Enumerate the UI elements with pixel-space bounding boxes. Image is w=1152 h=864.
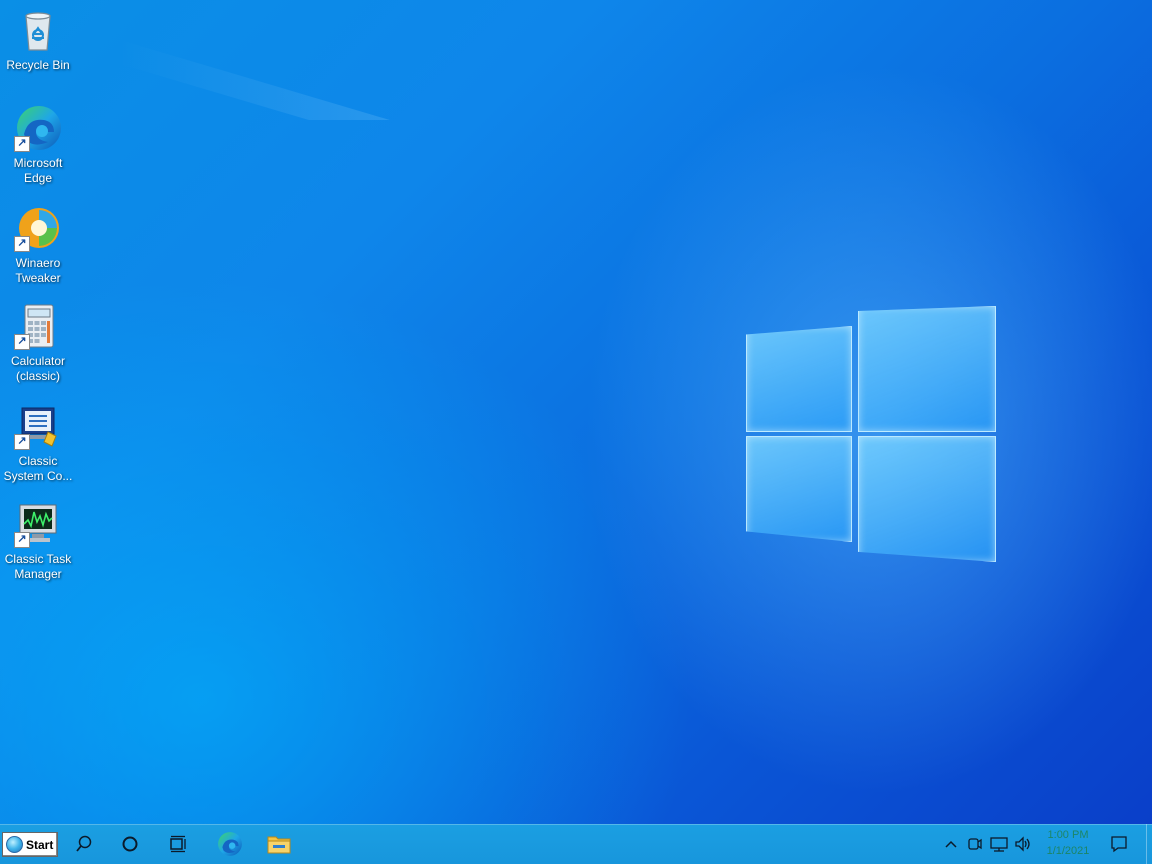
logo-pane-bottom-left	[746, 436, 852, 542]
desktop[interactable]: Recycle Bin ↗ Microsoft Edge ↗ Winaero T…	[0, 0, 1152, 824]
folder-icon	[267, 836, 291, 854]
shortcut-arrow-icon: ↗	[14, 434, 30, 450]
logo-pane-top-right	[858, 306, 996, 432]
clock-time: 1:00 PM	[1047, 829, 1089, 841]
taskbar-edge-button[interactable]	[207, 824, 253, 864]
shortcut-arrow-icon: ↗	[14, 532, 30, 548]
cortana-icon	[122, 836, 138, 852]
meet-now-icon	[968, 838, 982, 850]
windows-logo-wallpaper	[744, 304, 996, 562]
search-icon	[76, 835, 92, 852]
desktop-icon-label: Microsoft Edge	[13, 156, 63, 185]
chevron-up-icon	[945, 840, 957, 848]
desktop-icon-label: Winaero Tweaker	[15, 256, 61, 285]
desktop-icon-label: Classic System Co...	[3, 454, 73, 483]
desktop-icon-recycle-bin[interactable]: Recycle Bin	[0, 6, 76, 73]
shortcut-arrow-icon: ↗	[14, 334, 30, 350]
desktop-icon-classic-system-configuration[interactable]: ↗ Classic System Co...	[0, 402, 76, 484]
volume-icon	[1015, 836, 1030, 852]
start-orb-icon	[6, 836, 23, 853]
meet-now-button[interactable]	[965, 834, 985, 854]
network-icon	[990, 837, 1008, 852]
cortana-button[interactable]	[107, 824, 153, 864]
taskbar-clock[interactable]: 1:00 PM 1/1/2021	[1040, 827, 1096, 859]
taskbar-file-explorer-button[interactable]	[256, 824, 302, 864]
calculator-icon: ↗	[14, 302, 62, 350]
desktop-icon-winaero-tweaker[interactable]: ↗ Winaero Tweaker	[0, 204, 76, 286]
shortcut-arrow-icon: ↗	[14, 136, 30, 152]
task-view-button[interactable]	[155, 824, 201, 864]
shortcut-arrow-icon: ↗	[14, 236, 30, 252]
desktop-icon-calculator-classic[interactable]: ↗ Calculator (classic)	[0, 302, 76, 384]
task-view-icon	[170, 835, 186, 853]
edge-icon	[218, 832, 242, 856]
start-label: Start	[26, 837, 54, 852]
task-manager-icon: ↗	[14, 500, 62, 548]
desktop-icon-label: Calculator (classic)	[10, 354, 66, 383]
logo-pane-top-left	[746, 326, 852, 432]
desktop-icon-microsoft-edge[interactable]: ↗ Microsoft Edge	[0, 104, 76, 186]
volume-button[interactable]	[1013, 834, 1033, 854]
desktop-icon-classic-task-manager[interactable]: ↗ Classic Task Manager	[0, 500, 76, 582]
recycle-bin-icon	[14, 6, 62, 54]
start-button[interactable]: Start	[2, 832, 58, 857]
system-configuration-icon: ↗	[14, 402, 62, 450]
action-center-button[interactable]	[1109, 834, 1129, 854]
desktop-icon-label: Classic Task Manager	[4, 552, 72, 581]
show-hidden-icons-button[interactable]	[941, 834, 961, 854]
notification-icon	[1111, 836, 1127, 853]
clock-date: 1/1/2021	[1046, 845, 1090, 857]
network-button[interactable]	[989, 834, 1009, 854]
light-beam	[120, 40, 1010, 120]
winaero-tweaker-icon: ↗	[14, 204, 62, 252]
taskbar[interactable]: Start 1:00 PM 1/1/2021	[0, 824, 1152, 864]
desktop-icon-label: Recycle Bin	[6, 58, 70, 72]
edge-icon: ↗	[14, 104, 62, 152]
logo-pane-bottom-right	[858, 436, 996, 562]
show-desktop-button[interactable]	[1146, 824, 1152, 864]
search-button[interactable]	[61, 824, 107, 864]
